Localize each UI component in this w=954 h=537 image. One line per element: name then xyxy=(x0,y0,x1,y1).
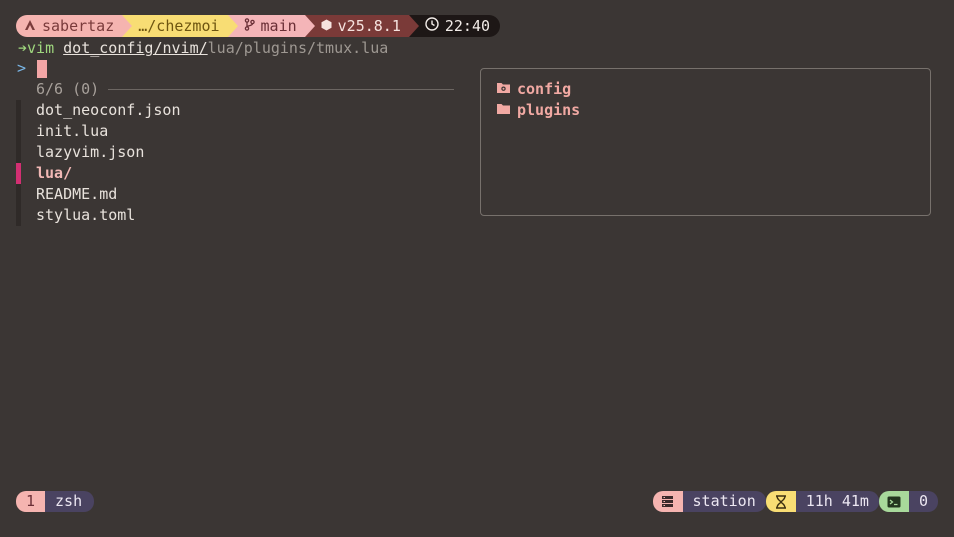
preview-item-label: plugins xyxy=(517,101,581,119)
folder-icon xyxy=(496,100,511,121)
prompt-time: 22:40 xyxy=(444,17,491,35)
preview-item-config: config xyxy=(496,79,571,100)
prompt-username: sabertaz xyxy=(42,17,115,35)
command-path-typed: dot_config/nvim/ xyxy=(63,39,208,57)
folder-gear-icon xyxy=(496,79,511,100)
prompt-user-segment: sabertaz xyxy=(16,15,133,37)
prompt-branch: main xyxy=(260,17,297,35)
list-item[interactable]: init.lua xyxy=(16,121,181,142)
terminal-icon xyxy=(878,491,909,512)
list-item-label: lazyvim.json xyxy=(36,143,145,161)
command-line[interactable]: ➔vim dot_config/nvim/lua/plugins/tmux.lu… xyxy=(18,38,388,58)
prompt-time-segment: 22:40 xyxy=(408,15,501,37)
list-item[interactable]: lazyvim.json xyxy=(16,142,181,163)
prompt-node-segment: v25.8.1 xyxy=(304,15,420,37)
prompt-git-segment: main xyxy=(227,15,315,37)
fzf-results-list: dot_neoconf.json init.lua lazyvim.json l… xyxy=(16,100,181,226)
list-item[interactable]: stylua.toml xyxy=(16,205,181,226)
tmux-window-tab[interactable]: 1 zsh xyxy=(16,491,95,512)
tmux-hostname: station xyxy=(682,491,766,512)
counter-separator xyxy=(108,88,455,90)
text-cursor xyxy=(37,59,48,78)
arch-icon xyxy=(24,15,36,37)
list-item-label: dot_neoconf.json xyxy=(36,101,181,119)
tmux-window-name: zsh xyxy=(45,491,95,512)
prompt-path: …/chezmoi xyxy=(138,17,220,35)
prompt-arrow-icon: ➔ xyxy=(18,39,28,57)
list-item-label: init.lua xyxy=(36,122,109,140)
list-item-label: lua/ xyxy=(36,164,73,182)
command-program: vim xyxy=(27,39,55,57)
server-icon xyxy=(652,491,683,512)
preview-item-label: config xyxy=(517,80,572,98)
tmux-status-right: station 11h 41m 0 xyxy=(652,491,938,512)
hourglass-icon xyxy=(765,491,796,512)
preview-pane: config plugins xyxy=(480,68,931,216)
list-item-label: stylua.toml xyxy=(36,206,136,224)
prompt-path-segment: …/chezmoi xyxy=(122,15,238,37)
node-icon xyxy=(321,15,332,37)
branch-icon xyxy=(244,15,255,37)
tmux-pane-count: 0 xyxy=(908,491,938,512)
list-item-selected[interactable]: lua/ xyxy=(16,163,181,184)
preview-item-plugins: plugins xyxy=(496,100,580,121)
fzf-match-counter: 6/6 (0) xyxy=(36,79,455,99)
fzf-counter-text: 6/6 (0) xyxy=(36,80,100,98)
list-item-label: README.md xyxy=(36,185,118,203)
clock-icon xyxy=(425,15,439,37)
fzf-prompt-symbol: > xyxy=(17,59,27,77)
command-path-suggestion: lua/plugins/tmux.lua xyxy=(207,39,389,57)
tmux-window-index: 1 xyxy=(16,491,46,512)
list-item[interactable]: dot_neoconf.json xyxy=(16,100,181,121)
tmux-uptime: 11h 41m xyxy=(795,491,879,512)
fzf-query-line[interactable]: > xyxy=(17,58,48,78)
prompt-node-version: v25.8.1 xyxy=(337,17,401,35)
shell-prompt: sabertaz …/chezmoi main v25.8.1 22:40 xyxy=(16,15,501,37)
list-item[interactable]: README.md xyxy=(16,184,181,205)
